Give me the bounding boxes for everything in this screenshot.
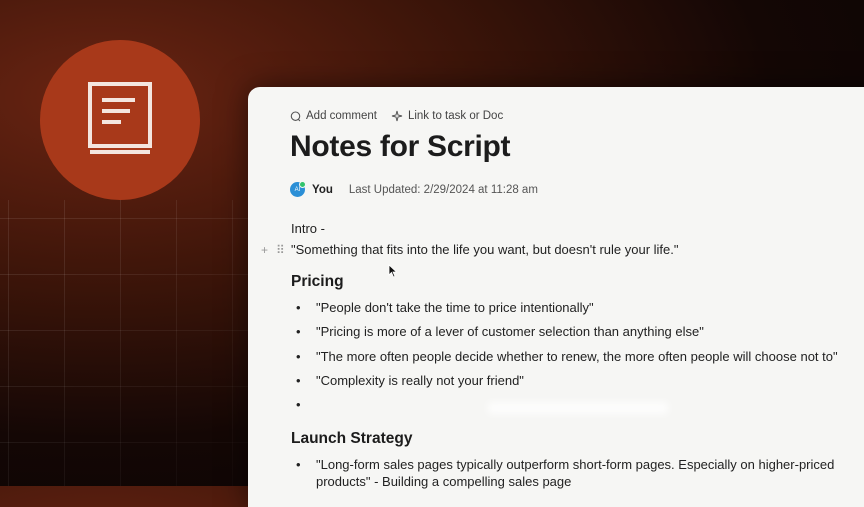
launch-strategy-heading[interactable]: Launch Strategy	[291, 430, 412, 448]
list-item[interactable]: • "The more often people decide whether …	[296, 349, 838, 364]
intro-quote[interactable]: "Something that fits into the life you w…	[291, 242, 678, 257]
add-comment-button[interactable]: Add comment	[290, 110, 377, 122]
document-icon	[88, 82, 152, 154]
list-item[interactable]: • "Long-form sales pages typically outpe…	[296, 457, 834, 472]
last-updated: Last Updated: 2/29/2024 at 11:28 am	[348, 183, 538, 196]
link-task-label: Link to task or Doc	[407, 110, 504, 122]
list-item-text: "Complexity is really not your friend"	[316, 373, 524, 388]
list-item-text: "The more often people decide whether to…	[316, 349, 838, 364]
list-item[interactable]: • "Pricing is more of a lever of custome…	[296, 324, 704, 339]
list-item[interactable]: • "Complexity is really not your friend"	[296, 373, 524, 388]
blurred-overlay	[488, 402, 668, 414]
doc-meta: AI You Last Updated: 2/29/2024 at 11:28 …	[290, 181, 538, 197]
logo-badge	[40, 40, 200, 200]
list-item[interactable]: • "People don't take the time to price i…	[296, 300, 594, 315]
author-name: You	[312, 183, 333, 196]
mouse-cursor-icon	[388, 264, 398, 278]
link-task-button[interactable]: Link to task or Doc	[391, 110, 503, 122]
block-tools: + ⠿	[261, 243, 285, 257]
avatar-initials: AI	[294, 186, 301, 193]
doc-panel: Add comment Link to task or Doc Notes fo…	[248, 87, 864, 507]
sparkle-link-icon	[391, 110, 403, 122]
list-item-text: "Long-form sales pages typically outperf…	[316, 457, 835, 472]
list-item-text: "Pricing is more of a lever of customer …	[316, 324, 704, 339]
page-title: Notes for Script	[290, 130, 511, 163]
intro-label[interactable]: Intro -	[291, 221, 325, 236]
doc-toolbar: Add comment Link to task or Doc	[290, 110, 503, 122]
pricing-heading[interactable]: Pricing	[291, 273, 344, 291]
list-item-text: products" - Building a compelling sales …	[316, 474, 572, 489]
drag-handle-icon[interactable]: ⠿	[276, 243, 285, 257]
list-item-empty[interactable]: •	[296, 397, 316, 412]
list-item-continuation[interactable]: products" - Building a compelling sales …	[296, 474, 571, 489]
online-status-dot	[299, 181, 306, 188]
list-item-text: "People don't take the time to price int…	[316, 300, 594, 315]
comment-icon	[290, 110, 301, 121]
add-comment-label: Add comment	[306, 110, 377, 122]
avatar[interactable]: AI	[290, 181, 306, 197]
add-block-icon[interactable]: +	[261, 243, 268, 257]
